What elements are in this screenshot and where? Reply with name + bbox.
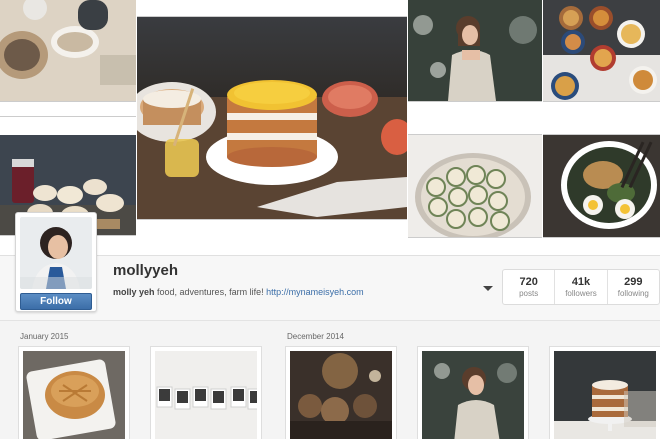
avatar[interactable]	[20, 217, 92, 289]
mosaic-blank-5	[543, 101, 660, 135]
stat-label: posts	[519, 289, 539, 298]
bio-text: food, adventures, farm life!	[154, 287, 267, 297]
stat-posts[interactable]: 720 posts	[503, 270, 556, 304]
mosaic-photo-pinwheels[interactable]	[408, 135, 542, 237]
stat-following[interactable]: 299 following	[608, 270, 659, 304]
profile-stats: 720 posts 41k followers 299 following	[502, 269, 660, 305]
month-heading: January 2015	[20, 332, 69, 341]
mosaic-photo-cake[interactable]	[137, 0, 407, 255]
mosaic-blank-4	[408, 237, 542, 255]
dropdown-arrow-icon[interactable]	[483, 286, 493, 291]
feed-post-layer-cake[interactable]	[549, 346, 660, 439]
mosaic-photo-portrait[interactable]	[408, 0, 542, 101]
profile-bio: molly yeh food, adventures, farm life! h…	[113, 287, 364, 297]
mosaic-photo-breakfast[interactable]	[0, 0, 136, 101]
mosaic-blank-6	[543, 237, 660, 255]
mosaic-photo-pies[interactable]	[543, 0, 660, 101]
bio-link[interactable]: http://mynameisyeh.com	[266, 287, 364, 297]
follow-button[interactable]: Follow	[20, 293, 92, 310]
stat-label: following	[617, 289, 649, 298]
feed-post-portrait[interactable]	[417, 346, 529, 439]
mosaic-photo-noodles[interactable]	[543, 135, 660, 237]
stat-label: followers	[565, 289, 597, 298]
stat-value: 41k	[571, 276, 591, 288]
header-photo-mosaic	[0, 0, 660, 255]
month-heading: December 2014	[287, 332, 344, 341]
bio-name: molly yeh	[113, 287, 155, 297]
avatar-card: Follow	[15, 212, 97, 312]
feed-post-party[interactable]	[285, 346, 397, 439]
stat-value: 720	[519, 276, 538, 288]
feed-post-bread[interactable]	[18, 346, 130, 439]
mosaic-blank-1	[0, 101, 136, 117]
feed-post-polaroids[interactable]	[150, 346, 262, 439]
profile-username: mollyyeh	[113, 262, 179, 279]
stat-value: 299	[624, 276, 643, 288]
stat-followers[interactable]: 41k followers	[555, 270, 608, 304]
instagram-profile-page: Follow mollyyeh molly yeh food, adventur…	[0, 0, 660, 439]
mosaic-blank-3	[408, 101, 542, 135]
